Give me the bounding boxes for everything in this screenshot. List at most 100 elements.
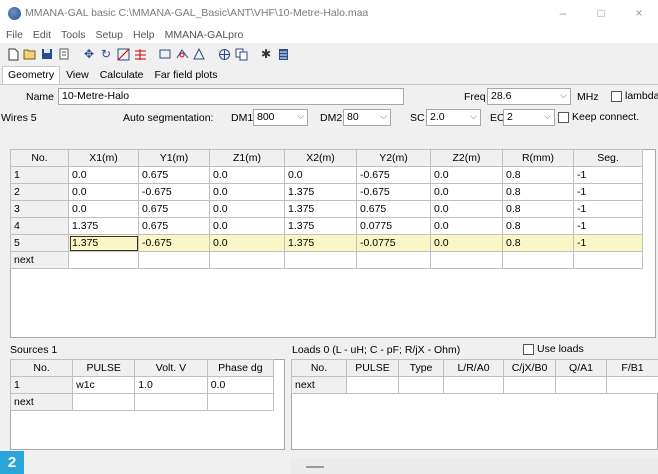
- table-cell[interactable]: 1.0: [134, 376, 208, 394]
- table-cell[interactable]: 0.0: [68, 166, 139, 184]
- table-cell[interactable]: 0.8: [502, 217, 574, 235]
- table-cell[interactable]: 0.0: [430, 166, 503, 184]
- table-cell[interactable]: -1: [573, 183, 643, 201]
- tab-geometry[interactable]: Geometry: [2, 66, 61, 84]
- table-cell[interactable]: [68, 251, 139, 269]
- menu-help[interactable]: Help: [133, 29, 155, 41]
- table-cell[interactable]: -0.0775: [356, 234, 431, 252]
- table-row-next[interactable]: next: [291, 376, 658, 394]
- name-field[interactable]: 10-Metre-Halo: [58, 88, 404, 105]
- table-row[interactable]: 1 w1c 1.0 0.0: [9, 376, 275, 394]
- table-row-next[interactable]: next: [10, 251, 643, 269]
- dm1-combo[interactable]: 800 ⌵: [253, 109, 308, 126]
- wire-edit-icon[interactable]: [116, 47, 130, 61]
- table-cell[interactable]: [555, 376, 607, 394]
- table-cell[interactable]: 0.675: [138, 166, 210, 184]
- lambda-checkbox[interactable]: lambda: [611, 90, 658, 102]
- table-row[interactable]: 3 0.0 0.675 0.0 1.375 0.675 0.0 0.8 -1: [10, 200, 643, 218]
- tab-calculate[interactable]: Calculate: [95, 67, 149, 84]
- row-number[interactable]: 5: [10, 234, 69, 252]
- loop-icon[interactable]: [175, 47, 189, 61]
- print-icon[interactable]: [57, 47, 71, 61]
- menu-file[interactable]: File: [6, 29, 23, 41]
- ec-combo[interactable]: 2 ⌵: [503, 109, 555, 126]
- table-cell[interactable]: [346, 376, 399, 394]
- table-cell[interactable]: [134, 393, 208, 411]
- save-icon[interactable]: [40, 47, 54, 61]
- table-cell[interactable]: 1.375: [284, 183, 357, 201]
- menu-setup[interactable]: Setup: [96, 29, 123, 41]
- row-number[interactable]: 1: [10, 166, 69, 184]
- table-cell[interactable]: 1.375: [68, 217, 139, 235]
- table-cell[interactable]: 0.8: [502, 234, 574, 252]
- row-number[interactable]: 3: [10, 200, 69, 218]
- table-cell[interactable]: [72, 393, 136, 411]
- table-row[interactable]: 1 0.0 0.675 0.0 0.0 -0.675 0.0 0.8 -1: [10, 166, 643, 184]
- table-cell[interactable]: [209, 251, 285, 269]
- rotate-icon[interactable]: ↻: [99, 47, 113, 61]
- table-cell[interactable]: [443, 376, 504, 394]
- tab-view[interactable]: View: [61, 67, 94, 84]
- table-cell[interactable]: -0.675: [356, 183, 431, 201]
- table-row[interactable]: 2 0.0 -0.675 0.0 1.375 -0.675 0.0 0.8 -1: [10, 183, 643, 201]
- table-cell[interactable]: -1: [573, 200, 643, 218]
- open-folder-icon[interactable]: [23, 47, 37, 61]
- wire-split-icon[interactable]: [133, 47, 147, 61]
- table-cell[interactable]: 0.675: [138, 200, 210, 218]
- table-cell[interactable]: [430, 251, 503, 269]
- tab-far-field-plots[interactable]: Far field plots: [149, 67, 222, 84]
- menu-tools[interactable]: Tools: [61, 29, 86, 41]
- scroll-thumb[interactable]: [306, 466, 324, 468]
- keep-connect-checkbox[interactable]: Keep connect.: [558, 111, 639, 123]
- table-cell[interactable]: 0.8: [502, 183, 574, 201]
- table-cell[interactable]: 0.0: [209, 183, 285, 201]
- table-cell[interactable]: 0.0: [209, 217, 285, 235]
- table-cell[interactable]: [503, 376, 556, 394]
- table-cell[interactable]: w1c: [72, 376, 136, 394]
- table-cell[interactable]: 0.0: [209, 200, 285, 218]
- table-cell[interactable]: [206, 393, 275, 411]
- table-icon[interactable]: [276, 47, 290, 61]
- rectangle-icon[interactable]: [158, 47, 172, 61]
- table-row[interactable]: 4 1.375 0.675 0.0 1.375 0.0775 0.0 0.8 -…: [10, 217, 643, 235]
- table-cell[interactable]: 0.675: [356, 200, 431, 218]
- minimize-button[interactable]: –: [544, 0, 582, 26]
- use-loads-checkbox[interactable]: Use loads: [523, 343, 584, 355]
- new-file-icon[interactable]: [6, 47, 20, 61]
- table-cell[interactable]: 0.8: [502, 166, 574, 184]
- table-row-selected[interactable]: 5 1.375 -0.675 0.0 1.375 -0.0775 0.0 0.8…: [10, 234, 643, 252]
- copy-icon[interactable]: [234, 47, 248, 61]
- table-cell[interactable]: 0.675: [138, 217, 210, 235]
- close-button[interactable]: ×: [620, 0, 658, 26]
- menu-mmana-galpro[interactable]: MMANA-GALpro: [165, 29, 244, 41]
- table-cell[interactable]: 0.0: [430, 234, 503, 252]
- next-row-label[interactable]: next: [9, 393, 74, 411]
- table-cell[interactable]: 0.8: [502, 200, 574, 218]
- next-row-label[interactable]: next: [10, 251, 69, 269]
- table-cell[interactable]: 1.375: [68, 234, 139, 252]
- table-cell[interactable]: -0.675: [138, 183, 210, 201]
- table-cell[interactable]: [284, 251, 357, 269]
- table-cell[interactable]: -0.675: [356, 166, 431, 184]
- table-cell[interactable]: [356, 251, 431, 269]
- table-cell[interactable]: -0.675: [138, 234, 210, 252]
- table-cell[interactable]: 0.0: [284, 166, 357, 184]
- sc-combo[interactable]: 2.0 ⌵: [426, 109, 481, 126]
- triangle-icon[interactable]: [192, 47, 206, 61]
- table-cell[interactable]: [502, 251, 574, 269]
- table-cell[interactable]: 1.375: [284, 200, 357, 218]
- table-cell[interactable]: [398, 376, 444, 394]
- table-cell[interactable]: 1.375: [284, 217, 357, 235]
- table-cell[interactable]: 1.375: [284, 234, 357, 252]
- table-cell[interactable]: [138, 251, 210, 269]
- table-cell[interactable]: -1: [573, 234, 643, 252]
- circle-cross-icon[interactable]: [217, 47, 231, 61]
- next-row-label[interactable]: next: [291, 376, 347, 394]
- row-number[interactable]: 4: [10, 217, 69, 235]
- table-cell[interactable]: 0.0: [68, 200, 139, 218]
- optimize-icon[interactable]: ✱: [259, 47, 273, 61]
- loads-scrollbar[interactable]: [291, 458, 658, 474]
- table-cell[interactable]: 0.0: [209, 166, 285, 184]
- maximize-button[interactable]: □: [582, 0, 620, 26]
- dm2-combo[interactable]: 80 ⌵: [343, 109, 391, 126]
